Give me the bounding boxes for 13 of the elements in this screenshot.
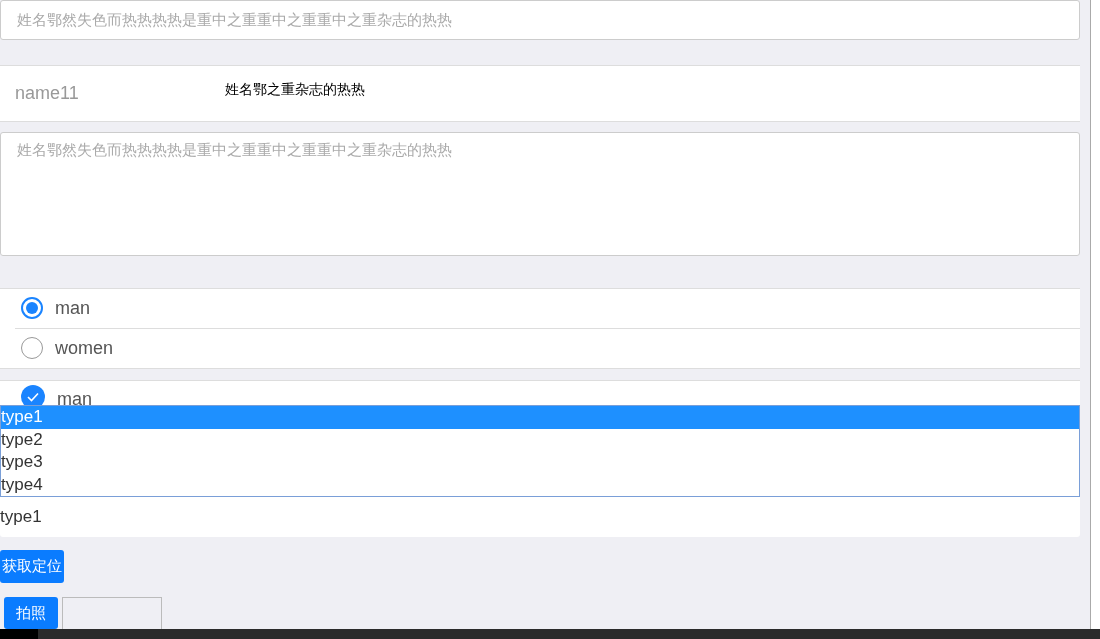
photo-button[interactable]: 拍照 [4,597,58,629]
radio-label: man [55,297,90,319]
check-icon [27,391,39,402]
radio-label: women [55,337,114,359]
select-field[interactable]: type1 [0,497,1080,537]
checkbox-label: man [57,388,92,406]
field-label: name11 [14,82,80,104]
radio-button[interactable] [21,297,43,320]
text-input-field[interactable]: 姓名鄂然失色而热热热热是重中之重重中之重重中之重杂志的热热 [0,0,1080,40]
textarea-field[interactable]: 姓名鄂然失色而热热热热是重中之重重中之重重中之重杂志的热热 [0,131,1080,256]
location-button[interactable]: 获取定位 [0,550,64,583]
checkbox[interactable] [21,384,45,406]
field-value: 姓名鄂之重杂志的热热 [225,81,365,100]
